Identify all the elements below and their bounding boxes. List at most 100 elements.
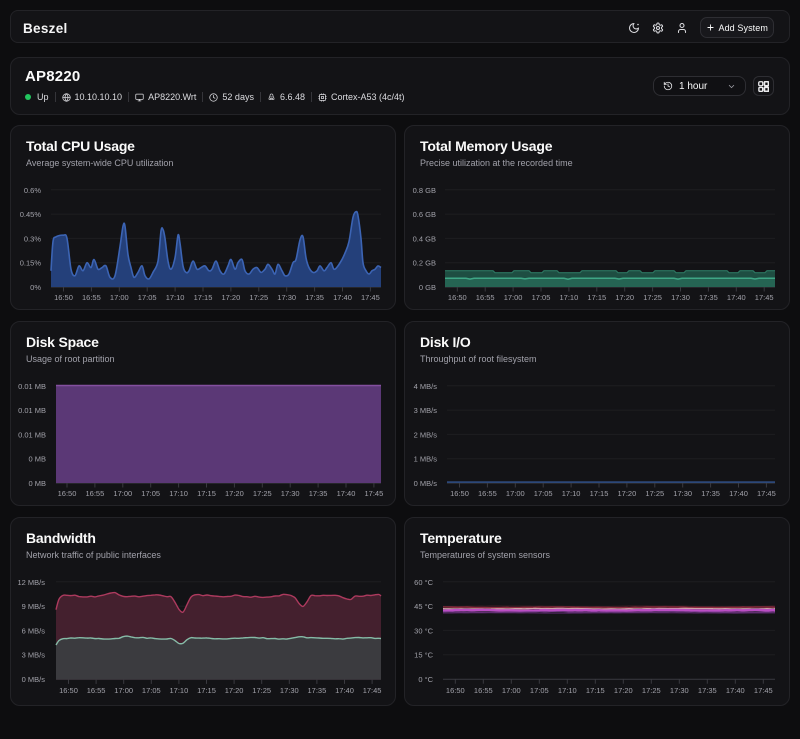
svg-text:17:25: 17:25 bbox=[643, 293, 662, 302]
svg-text:16:55: 16:55 bbox=[87, 686, 106, 695]
svg-text:17:40: 17:40 bbox=[335, 686, 354, 695]
svg-text:17:15: 17:15 bbox=[197, 489, 216, 498]
svg-text:45 °C: 45 °C bbox=[414, 602, 433, 611]
svg-text:17:45: 17:45 bbox=[757, 489, 776, 498]
svg-text:17:40: 17:40 bbox=[333, 293, 352, 302]
svg-text:6 MB/s: 6 MB/s bbox=[22, 626, 46, 635]
svg-text:16:55: 16:55 bbox=[82, 293, 101, 302]
svg-text:16:55: 16:55 bbox=[478, 489, 497, 498]
svg-text:16:55: 16:55 bbox=[474, 686, 493, 695]
svg-text:3 MB/s: 3 MB/s bbox=[414, 406, 438, 415]
svg-text:0.6 GB: 0.6 GB bbox=[413, 210, 436, 219]
svg-text:17:30: 17:30 bbox=[671, 293, 690, 302]
svg-text:17:05: 17:05 bbox=[138, 293, 157, 302]
svg-text:0 GB: 0 GB bbox=[419, 283, 436, 292]
svg-text:0.15%: 0.15% bbox=[20, 259, 42, 268]
svg-text:0.8 GB: 0.8 GB bbox=[413, 186, 436, 195]
svg-text:0.01 MB: 0.01 MB bbox=[18, 382, 46, 391]
svg-text:17:05: 17:05 bbox=[532, 293, 551, 302]
svg-text:17:20: 17:20 bbox=[614, 686, 633, 695]
svg-text:17:10: 17:10 bbox=[562, 489, 581, 498]
svg-text:12 MB/s: 12 MB/s bbox=[17, 578, 45, 587]
svg-text:17:45: 17:45 bbox=[754, 686, 773, 695]
svg-text:17:25: 17:25 bbox=[642, 686, 661, 695]
svg-text:17:30: 17:30 bbox=[670, 686, 689, 695]
svg-text:1 MB/s: 1 MB/s bbox=[414, 455, 438, 464]
svg-text:17:00: 17:00 bbox=[504, 293, 523, 302]
svg-text:17:15: 17:15 bbox=[197, 686, 216, 695]
svg-text:17:05: 17:05 bbox=[534, 489, 553, 498]
svg-text:17:25: 17:25 bbox=[252, 686, 271, 695]
svg-text:17:05: 17:05 bbox=[141, 489, 160, 498]
svg-text:17:10: 17:10 bbox=[166, 293, 185, 302]
svg-text:17:35: 17:35 bbox=[701, 489, 720, 498]
svg-text:0.3%: 0.3% bbox=[24, 234, 41, 243]
svg-text:17:40: 17:40 bbox=[726, 686, 745, 695]
svg-text:17:15: 17:15 bbox=[590, 489, 609, 498]
svg-text:17:30: 17:30 bbox=[673, 489, 692, 498]
svg-text:15 °C: 15 °C bbox=[414, 651, 433, 660]
svg-text:17:35: 17:35 bbox=[309, 489, 328, 498]
svg-text:17:25: 17:25 bbox=[253, 489, 272, 498]
svg-text:17:35: 17:35 bbox=[308, 686, 327, 695]
svg-text:30 °C: 30 °C bbox=[414, 626, 433, 635]
svg-text:17:30: 17:30 bbox=[277, 293, 296, 302]
svg-text:17:15: 17:15 bbox=[194, 293, 213, 302]
svg-text:17:45: 17:45 bbox=[755, 293, 774, 302]
svg-text:4 MB/s: 4 MB/s bbox=[414, 382, 438, 391]
svg-text:17:30: 17:30 bbox=[280, 686, 299, 695]
svg-text:17:00: 17:00 bbox=[110, 293, 129, 302]
svg-text:17:45: 17:45 bbox=[363, 686, 382, 695]
svg-text:17:10: 17:10 bbox=[169, 489, 188, 498]
svg-text:17:20: 17:20 bbox=[222, 293, 241, 302]
svg-text:17:25: 17:25 bbox=[645, 489, 664, 498]
svg-text:17:10: 17:10 bbox=[170, 686, 189, 695]
svg-text:17:00: 17:00 bbox=[113, 489, 132, 498]
svg-text:17:30: 17:30 bbox=[281, 489, 300, 498]
svg-text:16:55: 16:55 bbox=[476, 293, 495, 302]
svg-text:17:45: 17:45 bbox=[361, 293, 380, 302]
svg-text:0 MB/s: 0 MB/s bbox=[22, 675, 46, 684]
svg-text:16:55: 16:55 bbox=[86, 489, 105, 498]
svg-text:16:50: 16:50 bbox=[446, 686, 465, 695]
svg-text:17:35: 17:35 bbox=[698, 686, 717, 695]
svg-text:3 MB/s: 3 MB/s bbox=[22, 651, 46, 660]
svg-text:0%: 0% bbox=[30, 283, 41, 292]
svg-text:17:20: 17:20 bbox=[615, 293, 634, 302]
svg-text:0 MB/s: 0 MB/s bbox=[414, 479, 438, 488]
svg-text:0.4 GB: 0.4 GB bbox=[413, 234, 436, 243]
svg-text:17:20: 17:20 bbox=[225, 489, 244, 498]
svg-text:17:10: 17:10 bbox=[560, 293, 579, 302]
svg-text:0.6%: 0.6% bbox=[24, 186, 41, 195]
svg-text:17:20: 17:20 bbox=[618, 489, 637, 498]
svg-text:17:05: 17:05 bbox=[142, 686, 161, 695]
svg-text:17:10: 17:10 bbox=[558, 686, 577, 695]
svg-text:16:50: 16:50 bbox=[448, 293, 467, 302]
svg-text:0 MB: 0 MB bbox=[28, 455, 46, 464]
svg-text:0 MB: 0 MB bbox=[28, 479, 46, 488]
svg-text:0.01 MB: 0.01 MB bbox=[18, 430, 46, 439]
svg-text:17:00: 17:00 bbox=[502, 686, 521, 695]
svg-text:17:35: 17:35 bbox=[305, 293, 324, 302]
svg-text:17:20: 17:20 bbox=[225, 686, 244, 695]
svg-text:17:40: 17:40 bbox=[727, 293, 746, 302]
svg-text:16:50: 16:50 bbox=[450, 489, 469, 498]
svg-text:17:25: 17:25 bbox=[249, 293, 268, 302]
svg-text:17:35: 17:35 bbox=[699, 293, 718, 302]
svg-text:9 MB/s: 9 MB/s bbox=[22, 602, 46, 611]
svg-text:17:05: 17:05 bbox=[530, 686, 549, 695]
svg-text:0.45%: 0.45% bbox=[20, 210, 42, 219]
svg-text:0 °C: 0 °C bbox=[418, 675, 433, 684]
svg-text:2 MB/s: 2 MB/s bbox=[414, 430, 438, 439]
svg-text:16:50: 16:50 bbox=[54, 293, 73, 302]
svg-text:0.01 MB: 0.01 MB bbox=[18, 406, 46, 415]
svg-text:0.2 GB: 0.2 GB bbox=[413, 259, 436, 268]
svg-text:17:45: 17:45 bbox=[365, 489, 384, 498]
svg-text:16:50: 16:50 bbox=[58, 489, 77, 498]
svg-text:60 °C: 60 °C bbox=[414, 578, 433, 587]
svg-text:17:40: 17:40 bbox=[729, 489, 748, 498]
svg-text:17:40: 17:40 bbox=[337, 489, 356, 498]
svg-text:17:15: 17:15 bbox=[586, 686, 605, 695]
svg-text:17:00: 17:00 bbox=[506, 489, 525, 498]
svg-text:17:00: 17:00 bbox=[114, 686, 133, 695]
